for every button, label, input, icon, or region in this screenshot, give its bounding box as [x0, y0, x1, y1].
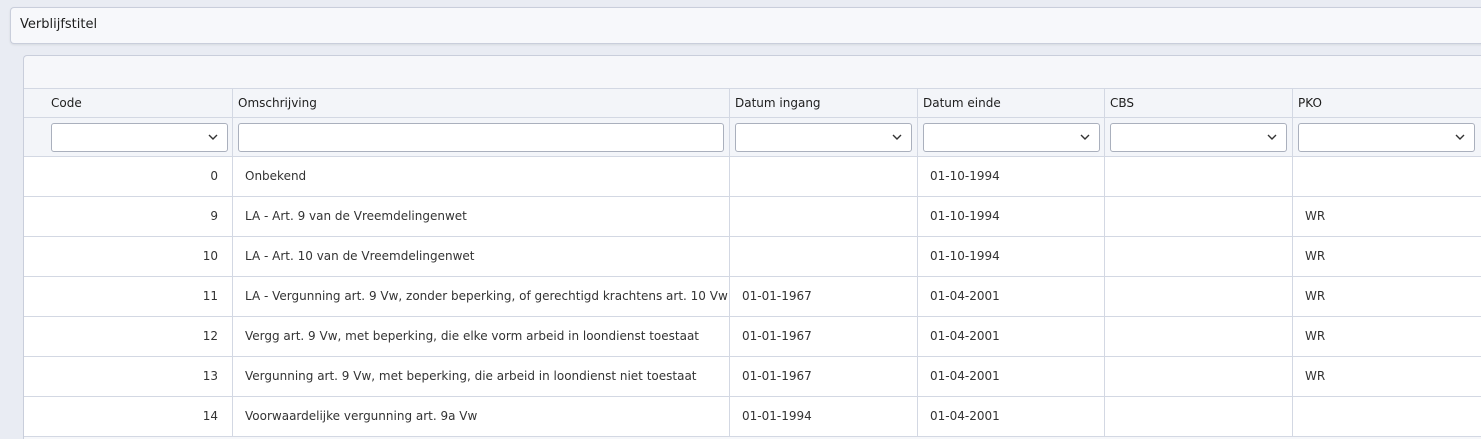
cell-datum-ingang	[730, 157, 918, 196]
cell-omschrijving: Onbekend	[233, 157, 730, 196]
cell-datum-einde: 01-04-2001	[918, 357, 1105, 396]
cell-code: 12	[24, 317, 233, 356]
datum-einde-filter-select[interactable]	[923, 123, 1100, 152]
cell-datum-ingang: 01-01-1967	[730, 277, 918, 316]
cell-cbs	[1105, 317, 1293, 356]
omschrijving-filter-input[interactable]	[239, 124, 723, 151]
cell-pko: WR	[1305, 289, 1326, 303]
cell-pko	[1293, 157, 1481, 196]
cell-pko: WR	[1305, 369, 1326, 383]
cell-datum-ingang: 01-01-1994	[730, 397, 918, 436]
cell-omschrijving: Vergg art. 9 Vw, met beperking, die elke…	[233, 317, 730, 356]
cell-code: 0	[24, 157, 233, 196]
table-row[interactable]: 13 Vergunning art. 9 Vw, met beperking, …	[24, 357, 1481, 397]
chevron-down-icon	[1455, 134, 1465, 140]
table-row[interactable]: 11 LA - Vergunning art. 9 Vw, zonder bep…	[24, 277, 1481, 317]
cell-cbs	[1105, 237, 1293, 276]
table-row[interactable]: 12 Vergg art. 9 Vw, met beperking, die e…	[24, 317, 1481, 357]
column-header-omschrijving[interactable]: Omschrijving	[233, 89, 730, 117]
cbs-filter-select[interactable]	[1110, 123, 1287, 152]
cell-omschrijving: LA - Vergunning art. 9 Vw, zonder beperk…	[233, 277, 730, 316]
cell-cbs	[1105, 157, 1293, 196]
title-bar: Verblijfstitel	[10, 7, 1481, 44]
column-header-datum-ingang[interactable]: Datum ingang	[730, 89, 918, 117]
table-row[interactable]: 14 Voorwaardelijke vergunning art. 9a Vw…	[24, 397, 1481, 437]
data-grid: Code Omschrijving Datum ingang Datum ein…	[24, 88, 1481, 437]
table-row[interactable]: 10 LA - Art. 10 van de Vreemdelingenwet …	[24, 237, 1481, 277]
cell-omschrijving: LA - Art. 9 van de Vreemdelingenwet	[233, 197, 730, 236]
filter-row	[24, 118, 1481, 157]
code-filter-select[interactable]	[51, 123, 228, 152]
cell-datum-ingang: 01-01-1967	[730, 357, 918, 396]
grid-panel: Code Omschrijving Datum ingang Datum ein…	[23, 55, 1481, 439]
cell-code: 14	[24, 397, 233, 436]
cell-datum-ingang	[730, 197, 918, 236]
cell-omschrijving: Vergunning art. 9 Vw, met beperking, die…	[233, 357, 730, 396]
cell-datum-ingang: 01-01-1967	[730, 317, 918, 356]
cell-datum-einde: 01-04-2001	[918, 277, 1105, 316]
chevron-down-icon	[1080, 134, 1090, 140]
header-row: Code Omschrijving Datum ingang Datum ein…	[24, 88, 1481, 118]
table-row[interactable]: 9 LA - Art. 9 van de Vreemdelingenwet 01…	[24, 197, 1481, 237]
cell-cbs	[1105, 197, 1293, 236]
cell-datum-ingang	[730, 237, 918, 276]
column-header-cbs[interactable]: CBS	[1105, 89, 1293, 117]
column-header-code[interactable]: Code	[24, 89, 233, 117]
cell-datum-einde: 01-10-1994	[918, 237, 1105, 276]
cell-code: 13	[24, 357, 233, 396]
cell-code: 9	[24, 197, 233, 236]
cell-code: 10	[24, 237, 233, 276]
datum-ingang-filter-select[interactable]	[735, 123, 912, 152]
column-header-datum-einde[interactable]: Datum einde	[918, 89, 1105, 117]
chevron-down-icon	[1267, 134, 1277, 140]
cell-cbs	[1105, 397, 1293, 436]
cell-pko: WR	[1305, 329, 1326, 343]
pko-filter-select[interactable]	[1298, 123, 1475, 152]
cell-datum-einde: 01-10-1994	[918, 157, 1105, 196]
page-title: Verblijfstitel	[20, 17, 98, 32]
cell-omschrijving: Voorwaardelijke vergunning art. 9a Vw	[233, 397, 730, 436]
column-header-pko[interactable]: PKO	[1293, 89, 1481, 117]
cell-datum-einde: 01-04-2001	[918, 397, 1105, 436]
cell-cbs	[1105, 357, 1293, 396]
cell-cbs	[1105, 277, 1293, 316]
cell-code: 11	[24, 277, 233, 316]
cell-omschrijving: LA - Art. 10 van de Vreemdelingenwet	[233, 237, 730, 276]
chevron-down-icon	[208, 134, 218, 140]
cell-datum-einde: 01-04-2001	[918, 317, 1105, 356]
chevron-down-icon	[892, 134, 902, 140]
table-row[interactable]: 0 Onbekend 01-10-1994	[24, 157, 1481, 197]
cell-pko: WR	[1305, 209, 1326, 223]
cell-datum-einde: 01-10-1994	[918, 197, 1105, 236]
cell-pko: WR	[1305, 249, 1326, 263]
cell-pko	[1293, 397, 1481, 436]
